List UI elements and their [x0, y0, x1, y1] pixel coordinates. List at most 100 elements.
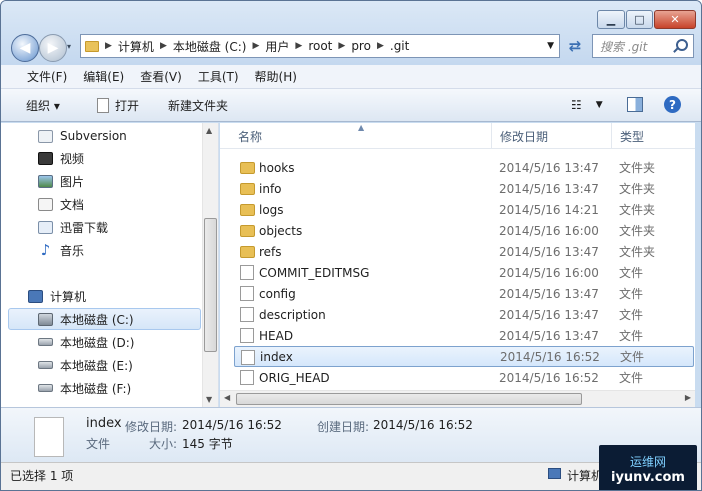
scroll-left-icon[interactable]: ◀ [224, 393, 230, 402]
view-dropdown-icon[interactable]: ▼ [596, 100, 603, 110]
file-date: 2014/5/16 13:47 [499, 181, 599, 196]
nav-item-video[interactable]: 视频 [38, 147, 84, 169]
change-view-button[interactable]: ☷ ▼ [571, 98, 611, 112]
file-row[interactable]: HEAD 2014/5/16 13:47 文件 [234, 325, 694, 346]
address-bar[interactable]: ▶ 计算机 ▶ 本地磁盘 (C:) ▶ 用户 ▶ root ▶ pro ▶ .g… [80, 34, 560, 58]
search-icon[interactable] [676, 39, 688, 51]
file-type: 文件 [619, 287, 644, 301]
scroll-down-icon[interactable]: ▼ [206, 395, 212, 404]
breadcrumb-item[interactable]: pro [351, 39, 371, 53]
file-date: 2014/5/16 16:00 [499, 223, 599, 238]
file-row[interactable]: config 2014/5/16 13:47 文件 [234, 283, 694, 304]
breadcrumb: ▶ 用户 [252, 38, 289, 55]
nav-item-documents[interactable]: 文档 [38, 193, 84, 215]
close-icon: ✕ [670, 13, 680, 26]
breadcrumb-separator-icon: ▶ [295, 41, 303, 51]
maximize-button[interactable]: □ [626, 10, 653, 29]
minimize-icon: ▁ [606, 13, 616, 26]
video-library-icon [38, 151, 53, 165]
file-row[interactable]: hooks 2014/5/16 13:47 文件夹 [234, 157, 694, 178]
scrollbar-thumb[interactable] [236, 393, 582, 405]
column-name[interactable]: 名称 [230, 123, 492, 149]
column-date-label: 修改日期 [500, 129, 549, 144]
command-bar: 组织 ▾ 打开 新建文件夹 ☷ ▼ ? [1, 89, 701, 122]
details-file-name: index [86, 416, 122, 431]
preview-pane-button[interactable] [627, 97, 643, 112]
file-row[interactable]: COMMIT_EDITMSG 2014/5/16 16:00 文件 [234, 262, 694, 283]
nav-item-subversion[interactable]: Subversion [38, 125, 127, 147]
horizontal-scrollbar[interactable]: ◀ ▶ [220, 390, 695, 407]
nav-item-thunder[interactable]: 迅雷下载 [38, 216, 108, 238]
breadcrumb-item[interactable]: 用户 [265, 38, 289, 55]
file-type: 文件夹 [619, 224, 656, 238]
forward-button[interactable]: ▶ [39, 34, 67, 62]
minimize-button[interactable]: ▁ [597, 10, 625, 29]
menu-file[interactable]: 文件(F) [27, 68, 67, 85]
file-row[interactable]: refs 2014/5/16 13:47 文件夹 [234, 241, 694, 262]
nav-item-label: 迅雷下载 [60, 220, 109, 235]
recent-pages-dropdown[interactable]: ▾ [67, 42, 71, 51]
breadcrumb-item[interactable]: root [308, 39, 332, 53]
nav-item-drive-e[interactable]: 本地磁盘 (E:) [38, 354, 133, 376]
scrollbar-thumb[interactable] [204, 218, 217, 352]
help-icon: ? [669, 97, 676, 112]
organize-button[interactable]: 组织 ▾ [26, 89, 60, 122]
file-row[interactable]: info 2014/5/16 13:47 文件夹 [234, 178, 694, 199]
view-options-icon: ☷ [571, 98, 582, 112]
nav-item-drive-f[interactable]: 本地磁盘 (F:) [38, 377, 131, 399]
file-type: 文件 [619, 308, 644, 322]
back-button[interactable]: ◀ [11, 34, 39, 62]
file-type: 文件 [619, 371, 644, 385]
selection-count: 已选择 1 项 [10, 469, 74, 483]
file-type: 文件夹 [619, 245, 656, 259]
file-name: COMMIT_EDITMSG [259, 265, 370, 280]
file-row[interactable]: ORIG_HEAD 2014/5/16 16:52 文件 [234, 367, 694, 388]
nav-item-music[interactable]: ♪ 音乐 [38, 239, 84, 261]
nav-item-pictures[interactable]: 图片 [38, 170, 84, 192]
file-row[interactable]: objects 2014/5/16 16:00 文件夹 [234, 220, 694, 241]
nav-item-drive-c[interactable]: 本地磁盘 (C:) [8, 308, 201, 330]
new-folder-button[interactable]: 新建文件夹 [168, 89, 228, 122]
details-created-label: 创建日期: [317, 420, 370, 434]
file-name: hooks [259, 160, 295, 175]
column-date[interactable]: 修改日期 [492, 123, 612, 149]
column-type[interactable]: 类型 [612, 123, 695, 149]
file-name: config [259, 286, 296, 301]
search-placeholder: 搜索 .git [600, 39, 648, 54]
refresh-button[interactable]: ⇄ [562, 34, 588, 58]
breadcrumb-item[interactable]: 本地磁盘 (C:) [173, 38, 247, 55]
details-file-type: 文件 [86, 437, 111, 451]
back-arrow-icon: ◀ [19, 40, 31, 56]
file-row[interactable]: description 2014/5/16 13:47 文件 [234, 304, 694, 325]
open-button[interactable]: 打开 [97, 89, 139, 122]
menu-help[interactable]: 帮助(H) [255, 68, 297, 85]
file-name: objects [259, 223, 303, 238]
nav-item-drive-d[interactable]: 本地磁盘 (D:) [38, 331, 134, 353]
address-history-dropdown[interactable]: ▼ [547, 41, 554, 51]
file-name: description [259, 307, 326, 322]
file-list: ▲ 名称 修改日期 类型 hooks 2014/5/16 13:47 文件夹 i… [220, 123, 695, 407]
menu-tools[interactable]: 工具(T) [198, 68, 239, 85]
nav-item-computer[interactable]: 计算机 [28, 285, 86, 307]
drive-icon [38, 384, 53, 392]
nav-item-label: 本地磁盘 (F:) [60, 381, 132, 396]
breadcrumb-separator-icon: ▶ [252, 41, 260, 51]
file-row-selected[interactable]: index 2014/5/16 16:52 文件 [234, 346, 694, 367]
nav-scrollbar[interactable]: ▲ ▼ [202, 123, 218, 407]
menu-edit[interactable]: 编辑(E) [83, 68, 124, 85]
file-row[interactable]: logs 2014/5/16 14:21 文件夹 [234, 199, 694, 220]
folder-icon [240, 204, 255, 216]
file-name: ORIG_HEAD [259, 370, 330, 385]
menu-view[interactable]: 查看(V) [140, 68, 182, 85]
breadcrumb-item[interactable]: .git [390, 39, 409, 53]
scroll-right-icon[interactable]: ▶ [685, 393, 691, 402]
scroll-up-icon[interactable]: ▲ [206, 126, 212, 135]
help-button[interactable]: ? [664, 96, 681, 113]
title-bar: ▁ □ ✕ ◀ ▶ ▾ ▶ 计算机 ▶ 本地磁盘 (C:) ▶ 用户 ▶ roo… [1, 1, 701, 65]
search-input[interactable]: 搜索 .git [592, 34, 694, 58]
close-button[interactable]: ✕ [654, 10, 696, 29]
nav-item-label: 计算机 [50, 289, 87, 304]
breadcrumb: ▶ 本地磁盘 (C:) [160, 38, 247, 55]
nav-item-label: 本地磁盘 (C:) [60, 312, 134, 327]
breadcrumb-item[interactable]: 计算机 [118, 38, 154, 55]
